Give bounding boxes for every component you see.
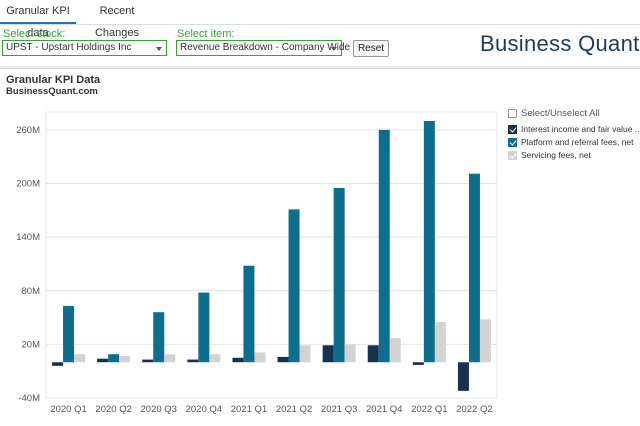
bar: [52, 362, 64, 366]
legend-select-all-label: Select/Unselect All: [521, 108, 600, 119]
item-select-value: Revenue Breakdown - Company Wide: [180, 42, 351, 53]
x-tick-label: 2021 Q4: [366, 404, 402, 415]
bar: [344, 344, 356, 363]
checkbox-icon: [508, 109, 517, 118]
chevron-down-icon: [156, 47, 162, 51]
tab-granular-kpi-data[interactable]: Granular KPI data: [0, 0, 76, 39]
bar: [389, 338, 401, 363]
checkbox-checked-icon: [508, 138, 517, 147]
y-tick-label: 20M: [22, 339, 41, 350]
bar: [232, 357, 244, 363]
bar: [288, 209, 300, 363]
bar-chart: -40M 20M 80M 140M 200M 260M 2020 Q1 2020 Q2 2020…: [16, 111, 498, 415]
bar: [412, 362, 424, 365]
select-stock-label: Select stock:: [3, 28, 66, 40]
bar: [322, 345, 334, 363]
y-tick-label: 200M: [16, 179, 40, 190]
bar: [277, 356, 289, 363]
x-tick-label: 2021 Q2: [276, 404, 312, 415]
checkbox-checked-icon: [508, 125, 517, 134]
bar: [468, 173, 480, 363]
checkbox-checked-icon: [508, 151, 517, 160]
bar: [97, 358, 109, 363]
bar: [63, 305, 75, 363]
bar: [479, 319, 491, 363]
legend-item-label: Platform and referral fees, net: [521, 137, 634, 147]
stock-select[interactable]: UPST - Upstart Holdings Inc: [2, 40, 167, 56]
y-tick-label: 80M: [22, 286, 41, 297]
bar: [153, 312, 165, 363]
chart-title: Granular KPI Data: [6, 74, 101, 86]
tab-bar: Granular KPI data Recent Changes: [0, 0, 640, 39]
y-tick-label: 140M: [16, 232, 40, 243]
bar: [74, 354, 86, 363]
y-tick-label: -40M: [18, 393, 40, 404]
bar: [187, 359, 199, 363]
bar: [209, 354, 221, 363]
stock-select-value: UPST - Upstart Holdings Inc: [6, 42, 132, 53]
x-tick-label: 2022 Q2: [456, 404, 492, 415]
item-select[interactable]: Revenue Breakdown - Company Wide: [176, 40, 350, 56]
select-item-label: Select item:: [177, 28, 235, 40]
business-quant-logo: Business Quant: [480, 31, 640, 56]
x-tick-label: 2021 Q3: [321, 404, 357, 415]
bar: [119, 355, 131, 363]
bar: [423, 120, 435, 363]
legend-item-label: Interest income and fair value ...: [521, 124, 640, 134]
x-tick-label: 2022 Q1: [411, 404, 447, 415]
bar: [378, 129, 390, 363]
x-tick-label: 2020 Q4: [186, 404, 222, 415]
x-tick-label: 2020 Q3: [141, 404, 177, 415]
bar: [457, 362, 469, 391]
bar: [254, 352, 266, 363]
bar: [299, 345, 311, 363]
x-tick-label: 2020 Q2: [95, 404, 131, 415]
bar: [243, 265, 255, 363]
chevron-down-icon: [331, 47, 337, 51]
tab-recent-changes[interactable]: Recent Changes: [82, 0, 152, 39]
y-tick-label: 260M: [16, 125, 40, 136]
x-tick-label: 2020 Q1: [50, 404, 86, 415]
bar: [198, 292, 210, 363]
bar: [108, 354, 120, 363]
bar: [164, 354, 176, 363]
bar: [434, 322, 446, 363]
bar: [367, 345, 379, 363]
x-tick-label: 2021 Q1: [231, 404, 267, 415]
reset-button[interactable]: Reset: [353, 40, 389, 57]
bar: [333, 187, 345, 363]
bar: [142, 359, 154, 363]
legend-item-label: Servicing fees, net: [521, 150, 591, 160]
chart-subtitle: BusinessQuant.com: [6, 86, 98, 97]
